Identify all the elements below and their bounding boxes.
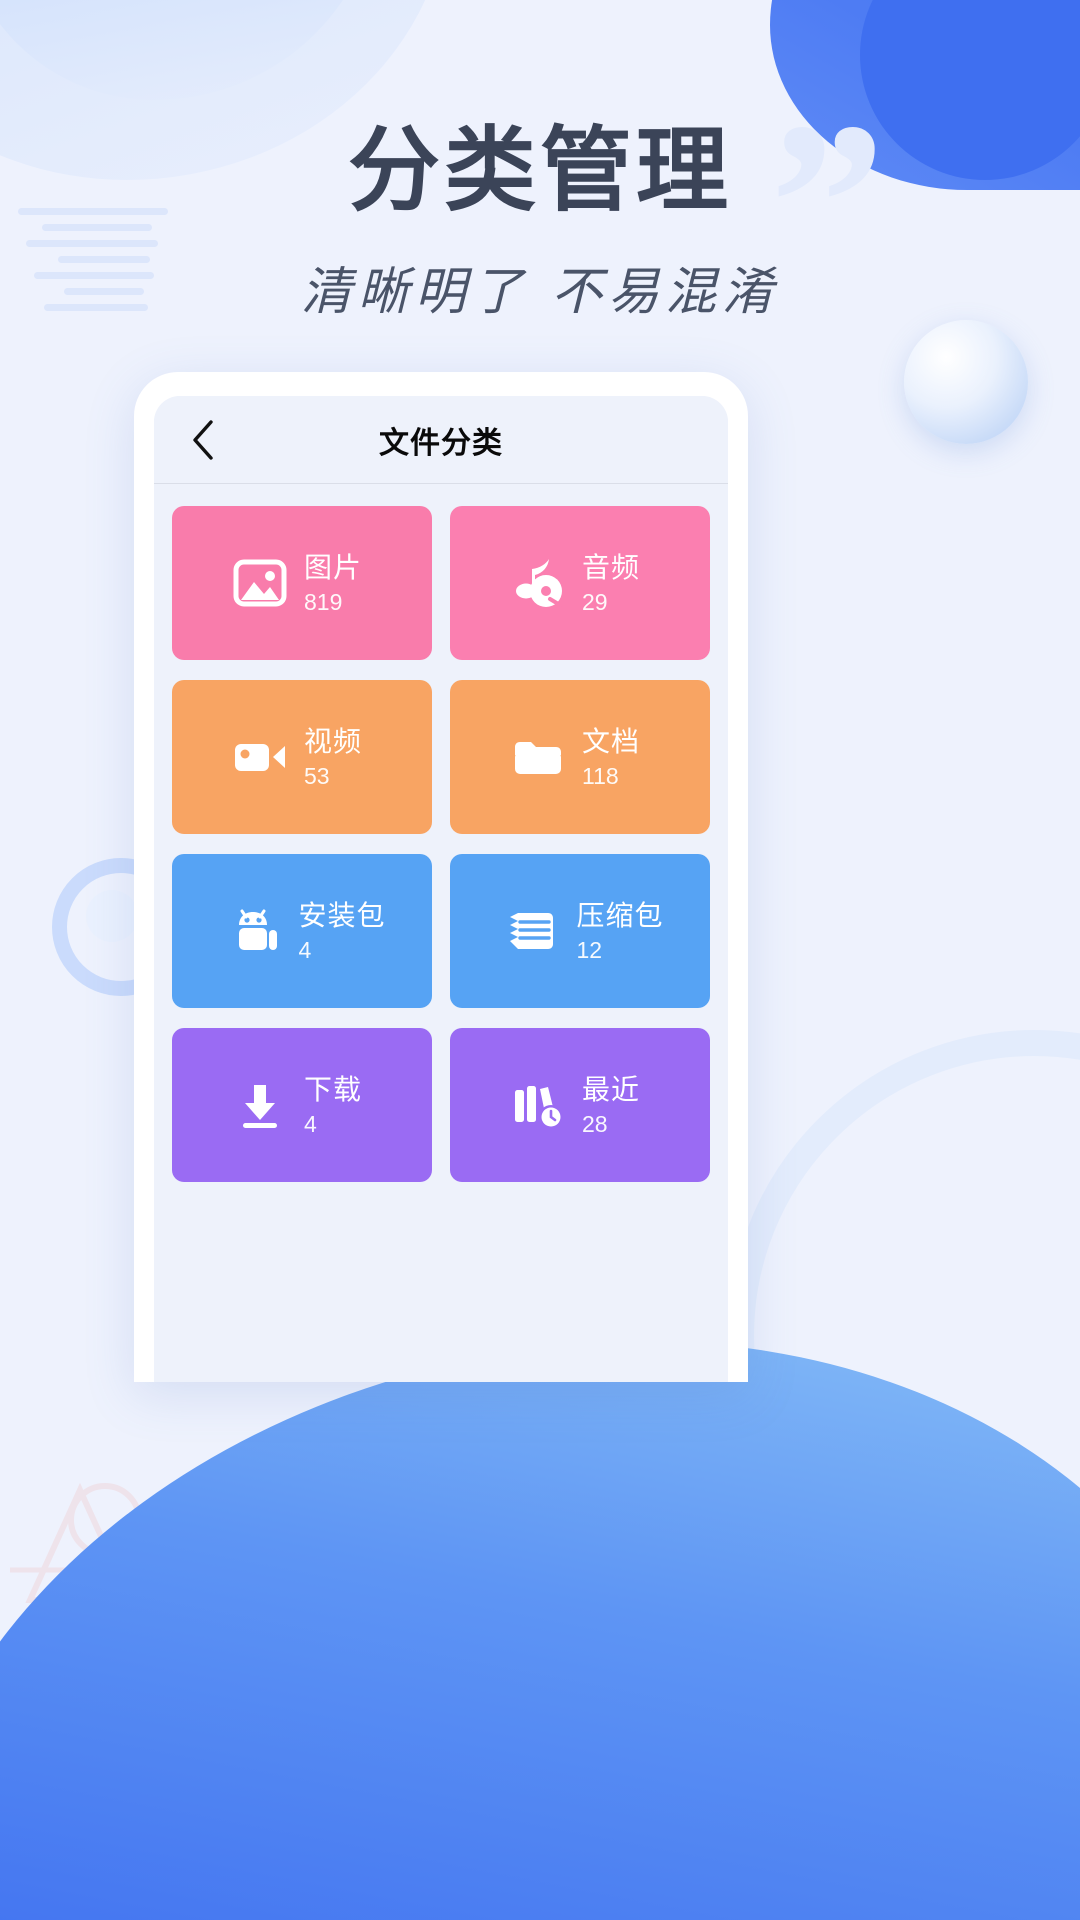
category-card-video[interactable]: 视频 53 bbox=[172, 680, 432, 834]
card-text: 下载 4 bbox=[304, 1072, 380, 1139]
video-camera-icon bbox=[232, 729, 288, 785]
card-text: 音频 29 bbox=[582, 550, 658, 617]
category-card-images[interactable]: 图片 819 bbox=[172, 506, 432, 660]
page-title: 分类管理 bbox=[347, 117, 732, 224]
page-subtitle: 清晰明了 不易混淆 bbox=[300, 262, 780, 322]
category-label: 音频 bbox=[582, 551, 641, 583]
category-count: 4 bbox=[298, 936, 312, 963]
app-header-title: 文件分类 bbox=[379, 426, 503, 460]
app-screen: 文件分类 图片 819 音频 29 视频 53 文档 118 安装包 4 压缩包… bbox=[154, 396, 728, 1382]
card-text: 视频 53 bbox=[304, 724, 380, 791]
ring-inner-decoration bbox=[86, 890, 138, 942]
category-count: 29 bbox=[582, 588, 608, 615]
category-card-recent[interactable]: 最近 28 bbox=[450, 1028, 710, 1182]
category-count: 118 bbox=[582, 762, 619, 789]
download-icon bbox=[232, 1077, 288, 1133]
phone-mockup: 文件分类 图片 819 音频 29 视频 53 文档 118 安装包 4 压缩包… bbox=[134, 372, 748, 1382]
card-text: 压缩包 12 bbox=[576, 898, 663, 965]
category-count: 28 bbox=[582, 1110, 608, 1137]
back-button[interactable] bbox=[180, 417, 226, 463]
category-label: 压缩包 bbox=[576, 899, 664, 931]
category-label: 视频 bbox=[304, 725, 363, 757]
chevron-left-icon bbox=[190, 419, 216, 461]
category-card-audio[interactable]: 音频 29 bbox=[450, 506, 710, 660]
card-text: 图片 819 bbox=[304, 550, 380, 617]
category-count: 12 bbox=[576, 936, 603, 963]
card-text: 安装包 4 bbox=[298, 898, 385, 965]
category-count: 53 bbox=[304, 762, 330, 789]
category-count: 819 bbox=[304, 588, 343, 615]
category-card-download[interactable]: 下载 4 bbox=[172, 1028, 432, 1182]
card-text: 文档 118 bbox=[582, 724, 658, 791]
recent-icon bbox=[510, 1077, 566, 1133]
category-card-docs[interactable]: 文档 118 bbox=[450, 680, 710, 834]
android-icon bbox=[226, 903, 282, 959]
category-label: 文档 bbox=[582, 725, 641, 757]
category-label: 下载 bbox=[304, 1073, 363, 1105]
category-count: 4 bbox=[304, 1110, 317, 1137]
category-card-apk[interactable]: 安装包 4 bbox=[172, 854, 432, 1008]
folder-icon bbox=[510, 729, 566, 785]
category-label: 图片 bbox=[304, 551, 363, 583]
app-header: 文件分类 bbox=[154, 396, 728, 484]
music-disc-icon bbox=[510, 555, 566, 611]
category-card-archive[interactable]: 压缩包 12 bbox=[450, 854, 710, 1008]
image-icon bbox=[232, 555, 288, 611]
category-grid: 图片 819 音频 29 视频 53 文档 118 安装包 4 压缩包 12 下… bbox=[154, 484, 728, 1204]
category-label: 安装包 bbox=[298, 899, 386, 931]
sphere-decoration bbox=[904, 320, 1028, 444]
category-label: 最近 bbox=[582, 1073, 641, 1105]
stack-icon bbox=[504, 903, 560, 959]
card-text: 最近 28 bbox=[582, 1072, 658, 1139]
hero-section: 分类管理 清晰明了 不易混淆 bbox=[0, 118, 1080, 324]
